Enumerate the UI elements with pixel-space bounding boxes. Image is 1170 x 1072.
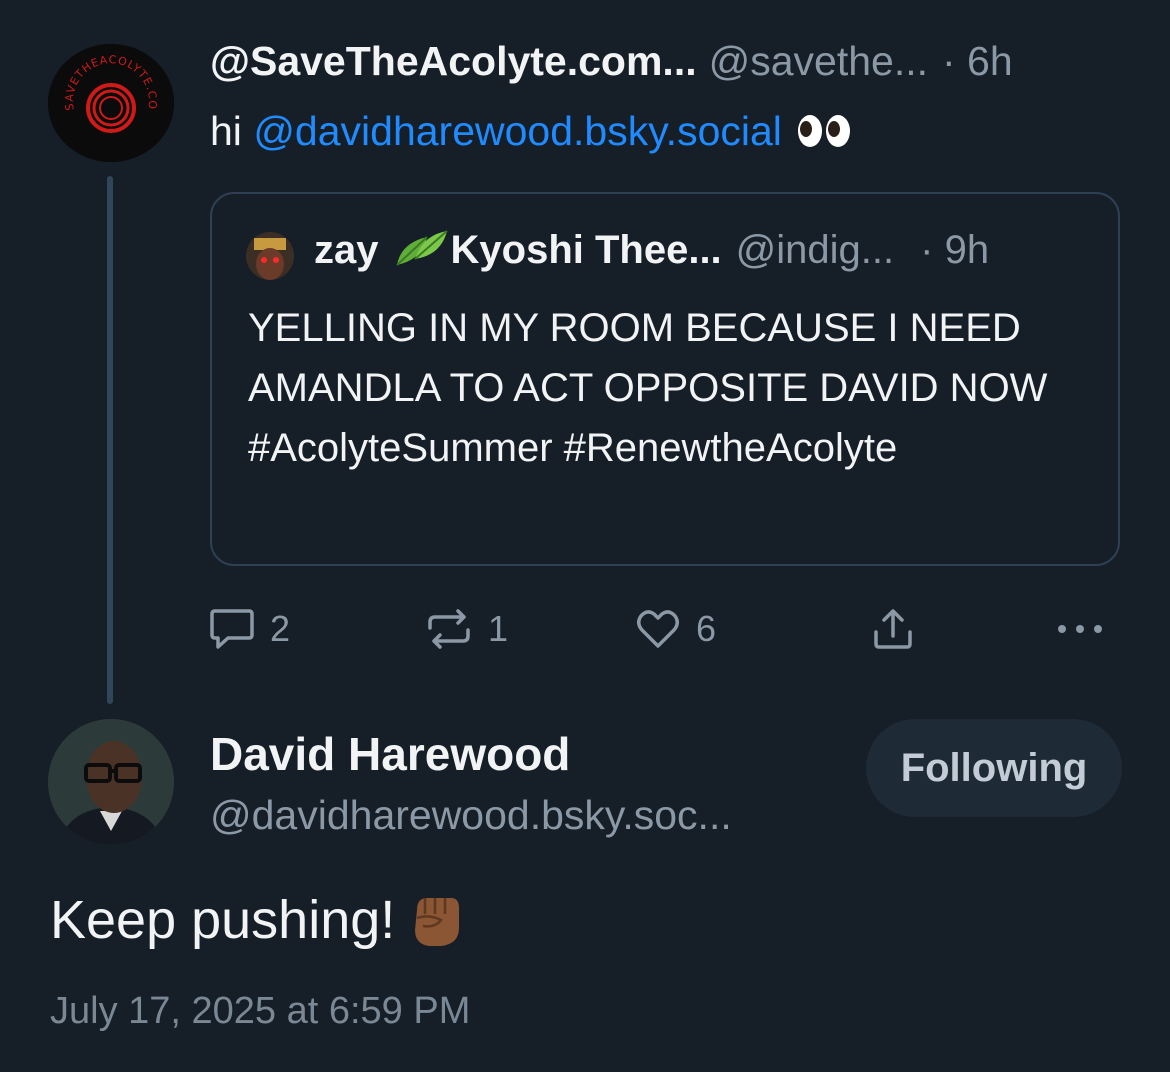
quoted-author-name-part1[interactable]: zay bbox=[314, 228, 379, 272]
parent-post-time[interactable]: · 6h bbox=[942, 38, 1013, 84]
repost-count: 1 bbox=[488, 608, 509, 649]
parent-post-text: hi @davidharewood.bsky.social bbox=[210, 108, 854, 155]
leaf-icon bbox=[393, 229, 449, 269]
share-button[interactable] bbox=[870, 606, 916, 652]
quoted-author-name-part2[interactable]: Kyoshi Thee... bbox=[451, 228, 722, 272]
quoted-author-avatar[interactable] bbox=[246, 232, 294, 280]
reply-button[interactable]: 2 bbox=[208, 606, 290, 652]
parent-post-header: @SaveTheAcolyte.com... @savethe... · 6h bbox=[210, 38, 1013, 85]
savetheacolyte-avatar[interactable]: SAVETHEACOLYTE.COM bbox=[48, 44, 174, 162]
post-text: Keep pushing! bbox=[50, 888, 465, 951]
parent-author-handle[interactable]: @savethe... bbox=[709, 38, 928, 84]
quoted-post-header: zay Kyoshi Thee... @indig... · 9h bbox=[314, 228, 989, 273]
like-button[interactable]: 6 bbox=[634, 606, 716, 652]
quoted-author-handle[interactable]: @indig... bbox=[736, 228, 894, 272]
repost-icon bbox=[428, 609, 470, 649]
following-button[interactable]: Following bbox=[866, 719, 1122, 817]
quoted-post-time[interactable]: · 9h bbox=[920, 228, 989, 272]
more-options-button[interactable] bbox=[1056, 606, 1104, 652]
quoted-post-text: YELLING IN MY ROOM BECAUSE I NEED AMANDL… bbox=[248, 306, 1048, 470]
repost-button[interactable]: 1 bbox=[424, 606, 508, 652]
eyes-emoji-icon bbox=[796, 112, 854, 148]
post-author-name[interactable]: David Harewood bbox=[210, 727, 570, 781]
parent-author-name[interactable]: @SaveTheAcolyte.com... bbox=[210, 38, 697, 84]
post-timestamp[interactable]: July 17, 2025 at 6:59 PM bbox=[50, 990, 470, 1033]
post-author-handle[interactable]: @davidharewood.bsky.soc... bbox=[210, 792, 732, 839]
reply-icon bbox=[210, 609, 254, 649]
reply-count: 2 bbox=[270, 608, 291, 649]
ellipsis-icon bbox=[1058, 625, 1102, 633]
david-harewood-avatar[interactable] bbox=[48, 719, 174, 845]
parent-text-prefix: hi bbox=[210, 108, 254, 154]
heart-icon bbox=[637, 610, 679, 648]
post-text-content: Keep pushing! bbox=[50, 890, 396, 950]
mention-link[interactable]: @davidharewood.bsky.social bbox=[253, 108, 782, 154]
share-icon bbox=[874, 609, 912, 649]
thread-line bbox=[107, 176, 113, 704]
like-count: 6 bbox=[696, 608, 717, 649]
raised-fist-icon bbox=[407, 888, 465, 948]
